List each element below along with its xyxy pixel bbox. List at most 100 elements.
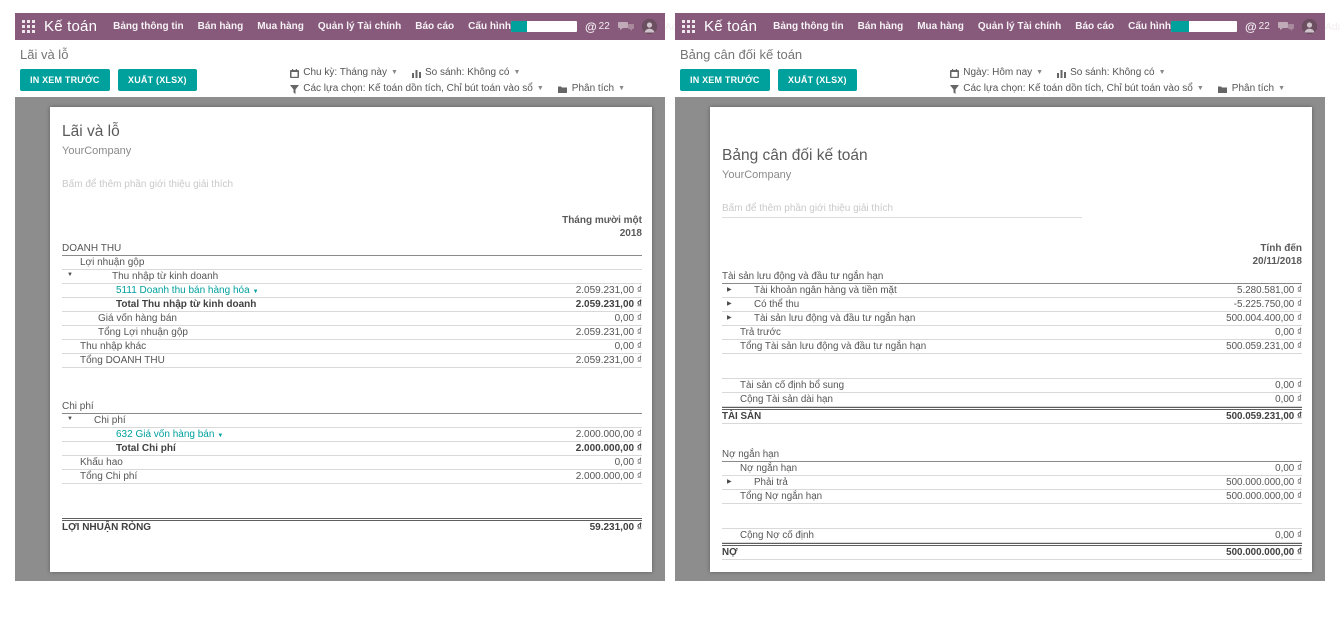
report-row: DOANH THU <box>62 242 642 256</box>
menu-finance[interactable]: Quản lý Tài chính <box>978 21 1061 32</box>
activity-counter[interactable]: @22 <box>585 20 610 34</box>
report-row: Tổng Lợi nhuận gộp 2.059.231,00 ₫ <box>62 326 642 340</box>
report-spacer <box>62 368 642 400</box>
at-icon: @ <box>585 20 597 34</box>
report-spacer <box>722 504 1302 528</box>
export-xlsx-button[interactable]: XUẤT (XLSX) <box>118 69 197 91</box>
account-link[interactable]: 5111 Doanh thu bán hàng hóa▼ <box>62 285 259 296</box>
report-title: Bảng cân đối kế toán <box>722 147 1302 165</box>
app-title[interactable]: Kế toán <box>704 18 757 35</box>
print-preview-button[interactable]: IN XEM TRƯỚC <box>680 69 770 91</box>
menu-sales[interactable]: Bán hàng <box>198 21 244 32</box>
report-row: Trả trước0,00 ₫ <box>722 326 1302 340</box>
bar-chart-icon <box>1057 69 1066 78</box>
caret-right-icon[interactable]: ▶ <box>727 286 732 293</box>
avatar[interactable] <box>1302 19 1317 34</box>
window-balance-sheet: Kế toán Bảng thông tin Bán hàng Mua hàng… <box>675 13 1325 581</box>
row-label: Chi phí <box>62 401 94 412</box>
messages-icon[interactable] <box>618 21 634 33</box>
menu-settings[interactable]: Cấu hình <box>468 21 511 32</box>
caret-right-icon[interactable]: ▶ <box>727 314 732 321</box>
report-spacer <box>62 484 642 518</box>
row-label: Tài sản lưu động và đầu tư ngắn hạn <box>722 271 883 282</box>
report-intro-placeholder[interactable]: Bấm để thêm phần giới thiệu giải thích <box>62 179 642 190</box>
chevron-down-icon: ▼ <box>1159 65 1166 81</box>
menu-finance[interactable]: Quản lý Tài chính <box>318 21 401 32</box>
menu-purchases[interactable]: Mua hàng <box>257 21 304 32</box>
menu-reports[interactable]: Báo cáo <box>415 21 454 32</box>
filter-icon <box>290 85 299 94</box>
window-profit-loss: Kế toán Bảng thông tin Bán hàng Mua hàng… <box>15 13 665 581</box>
chevron-down-icon[interactable]: ▼ <box>217 433 223 439</box>
menu-sales[interactable]: Bán hàng <box>858 21 904 32</box>
report-row: ▶Tài khoản ngân hàng và tiền mặt5.280.58… <box>722 284 1302 298</box>
options-filter[interactable]: Các lựa chọn: Kế toán dồn tích, Chỉ bút … <box>950 81 1204 97</box>
row-label: Tài sản cố định bổ sung <box>722 380 844 391</box>
analytic-filter[interactable]: Phân tích▼ <box>558 81 625 97</box>
row-value: 2.059.231,00 ₫ <box>576 355 642 366</box>
action-row: IN XEM TRƯỚC XUẤT (XLSX) Chu kỳ: Tháng n… <box>15 65 665 98</box>
report-row: ▶Có thể thu-5.225.750,00 ₫ <box>722 298 1302 312</box>
row-value: 500.000.000,00 ₫ <box>1226 477 1302 488</box>
row-value: 500.000.000,00 ₫ <box>1226 547 1302 558</box>
caret-right-icon[interactable]: ▶ <box>727 478 732 485</box>
menu-reports[interactable]: Báo cáo <box>1075 21 1114 32</box>
avatar[interactable] <box>642 19 657 34</box>
menu-settings[interactable]: Cấu hình <box>1128 21 1171 32</box>
app-title[interactable]: Kế toán <box>44 18 97 35</box>
navbar: Kế toán Bảng thông tin Bán hàng Mua hàng… <box>675 13 1325 40</box>
breadcrumb: Lãi và lỗ <box>20 47 68 62</box>
options-filter[interactable]: Các lựa chọn: Kế toán dồn tích, Chỉ bút … <box>290 81 544 97</box>
report-row: ▼Chi phí <box>62 414 642 428</box>
row-label: Có thể thu <box>722 299 799 310</box>
report-row: 632 Giá vốn hàng bán▼2.000.000,00 ₫ <box>62 428 642 442</box>
activity-counter[interactable]: @22 <box>1245 20 1270 34</box>
report-row: Tổng Tài sản lưu động và đầu tư ngắn hạn… <box>722 340 1302 354</box>
messages-icon[interactable] <box>1278 21 1294 33</box>
row-label: DOANH THU <box>62 243 121 254</box>
row-value: 0,00 ₫ <box>615 457 642 468</box>
caret-right-icon[interactable]: ▶ <box>727 300 732 307</box>
user-name[interactable]: Administrator <box>1325 21 1340 33</box>
chevron-down-icon: ▼ <box>1036 65 1043 81</box>
chevron-down-icon[interactable]: ▼ <box>253 289 259 295</box>
date-filter[interactable]: Ngày: Hôm nay▼ <box>950 65 1043 81</box>
report-row: 5111 Doanh thu bán hàng hóa▼2.059.231,00… <box>62 284 642 298</box>
comparison-filter[interactable]: So sánh: Không có▼ <box>1057 65 1165 81</box>
row-value: 2.059.231,00 ₫ <box>576 327 642 338</box>
period-filter[interactable]: Chu kỳ: Tháng này▼ <box>290 65 398 81</box>
report-row: TÀI SẢN500.059.231,00 ₫ <box>722 407 1302 424</box>
apps-menu-icon[interactable] <box>682 20 695 33</box>
export-xlsx-button[interactable]: XUẤT (XLSX) <box>778 69 857 91</box>
filter-icon <box>950 85 959 94</box>
row-value: 0,00 ₫ <box>1275 530 1302 541</box>
folder-icon <box>558 85 568 94</box>
comparison-filter[interactable]: So sánh: Không có▼ <box>412 65 520 81</box>
row-label: Nợ ngắn hạn <box>722 463 797 474</box>
apps-menu-icon[interactable] <box>22 20 35 33</box>
row-value: 2.000.000,00 ₫ <box>576 471 642 482</box>
report-spacer <box>722 424 1302 448</box>
report-page: Bảng cân đối kế toán YourCompany Bấm để … <box>710 107 1312 572</box>
timer-progress-bar <box>511 21 577 32</box>
account-link[interactable]: 632 Giá vốn hàng bán▼ <box>62 429 223 440</box>
caret-down-icon[interactable]: ▼ <box>67 272 73 278</box>
row-value: 0,00 ₫ <box>1275 394 1302 405</box>
row-label: Tổng Lợi nhuận gộp <box>62 327 188 338</box>
print-preview-button[interactable]: IN XEM TRƯỚC <box>20 69 110 91</box>
report-row: Chi phí <box>62 400 642 414</box>
menu-purchases[interactable]: Mua hàng <box>917 21 964 32</box>
timer-progress-bar <box>1171 21 1237 32</box>
analytic-filter[interactable]: Phân tích▼ <box>1218 81 1285 97</box>
row-label: Tài sản lưu động và đầu tư ngắn hạn <box>722 313 915 324</box>
navbar: Kế toán Bảng thông tin Bán hàng Mua hàng… <box>15 13 665 40</box>
row-label: Thu nhập khác <box>62 341 146 352</box>
report-intro-placeholder[interactable]: Bấm để thêm phần giới thiệu giải thích <box>722 203 1082 218</box>
row-label: Tổng DOANH THU <box>62 355 165 366</box>
column-header: Tính đến 20/11/2018 <box>722 242 1302 268</box>
menu-dashboard[interactable]: Bảng thông tin <box>113 21 184 32</box>
menu-dashboard[interactable]: Bảng thông tin <box>773 21 844 32</box>
row-value: 0,00 ₫ <box>1275 327 1302 338</box>
calendar-icon <box>950 69 959 78</box>
caret-down-icon[interactable]: ▼ <box>67 416 73 422</box>
